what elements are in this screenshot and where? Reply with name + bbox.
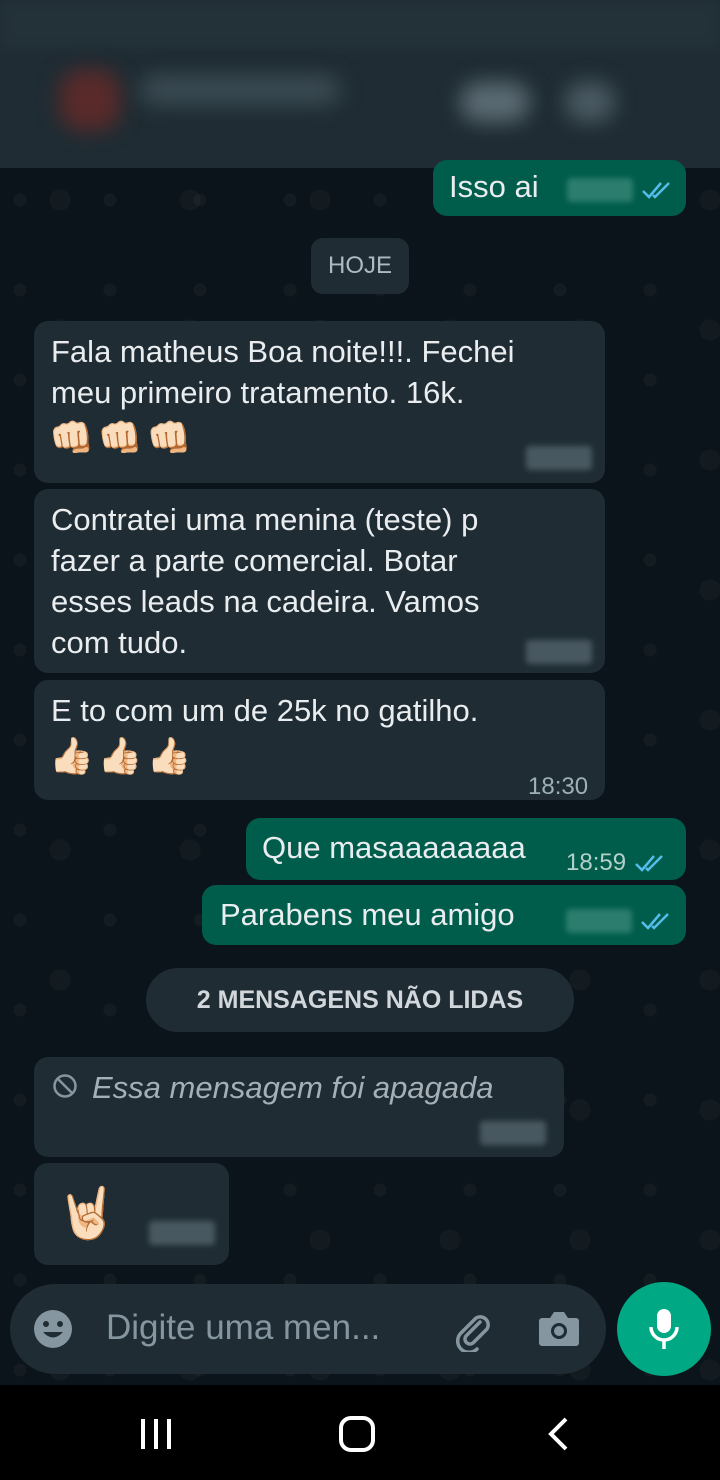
home-icon[interactable]: [339, 1416, 375, 1452]
message-emoji: 🤘🏻: [56, 1184, 119, 1242]
mic-button[interactable]: [617, 1282, 711, 1376]
message-time-hidden: [526, 446, 592, 470]
message-time-hidden: [567, 178, 633, 202]
message-time-hidden: [149, 1221, 215, 1245]
double-check-icon: [635, 854, 663, 872]
message-text-line: fazer a parte comercial. Botar: [51, 543, 458, 578]
double-check-icon: [641, 913, 669, 930]
message-text-line: esses leads na cadeira. Vamos: [51, 584, 480, 619]
message-emoji: 👊🏻👊🏻👊🏻: [49, 418, 196, 459]
recents-icon[interactable]: [138, 1418, 174, 1450]
message-outgoing[interactable]: Isso ai: [433, 160, 686, 216]
message-emoji: 👍🏻👍🏻👍🏻: [49, 736, 196, 777]
message-text: Que masaaaaaaaa: [262, 830, 526, 865]
message-outgoing[interactable]: Que masaaaaaaaa 18:59: [246, 818, 686, 880]
video-call-icon[interactable]: [460, 82, 530, 122]
message-time-hidden: [526, 640, 592, 664]
contact-name[interactable]: [140, 75, 340, 105]
message-text-line: meu primeiro tratamento. 16k.: [51, 375, 465, 410]
status-bar: [0, 0, 720, 50]
message-deleted[interactable]: Essa mensagem foi apagada: [34, 1057, 564, 1157]
message-incoming[interactable]: Fala matheus Boa noite!!!. Fechei meu pr…: [34, 321, 605, 483]
message-text-line: E to com um de 25k no gatilho.: [51, 693, 479, 728]
contact-avatar[interactable]: [60, 70, 120, 130]
message-incoming[interactable]: E to com um de 25k no gatilho. 👍🏻👍🏻👍🏻 18…: [34, 680, 605, 800]
message-time-hidden: [566, 909, 632, 933]
mic-icon: [649, 1309, 679, 1349]
message-text-line: Fala matheus Boa noite!!!. Fechei: [51, 334, 515, 369]
attach-icon[interactable]: [450, 1308, 494, 1352]
blocked-icon: [53, 1074, 77, 1098]
message-outgoing[interactable]: Parabens meu amigo: [202, 885, 686, 945]
voice-call-icon[interactable]: [565, 82, 615, 122]
double-check-icon: [642, 182, 670, 199]
chat-header[interactable]: [0, 0, 720, 168]
message-incoming[interactable]: 🤘🏻: [34, 1163, 229, 1265]
message-time: 18:59: [566, 849, 627, 876]
emoji-icon[interactable]: [32, 1308, 74, 1350]
system-navigation-bar: [0, 1385, 720, 1480]
message-text: Isso ai: [449, 169, 539, 204]
message-text-line: com tudo.: [51, 625, 188, 660]
message-incoming[interactable]: Contratei uma menina (teste) p fazer a p…: [34, 489, 605, 673]
camera-icon[interactable]: [538, 1308, 580, 1348]
message-time-hidden: [480, 1121, 546, 1145]
message-time: 18:30: [528, 773, 589, 800]
message-text: Parabens meu amigo: [220, 897, 515, 932]
message-input[interactable]: Digite uma men...: [106, 1308, 380, 1348]
message-composer[interactable]: Digite uma men...: [10, 1284, 606, 1374]
message-text: Essa mensagem foi apagada: [92, 1070, 494, 1105]
unread-messages-banner: 2 MENSAGENS NÃO LIDAS: [146, 968, 574, 1032]
message-text-line: Contratei uma menina (teste) p: [51, 502, 479, 537]
date-separator: HOJE: [311, 238, 409, 294]
back-icon[interactable]: [546, 1417, 570, 1451]
